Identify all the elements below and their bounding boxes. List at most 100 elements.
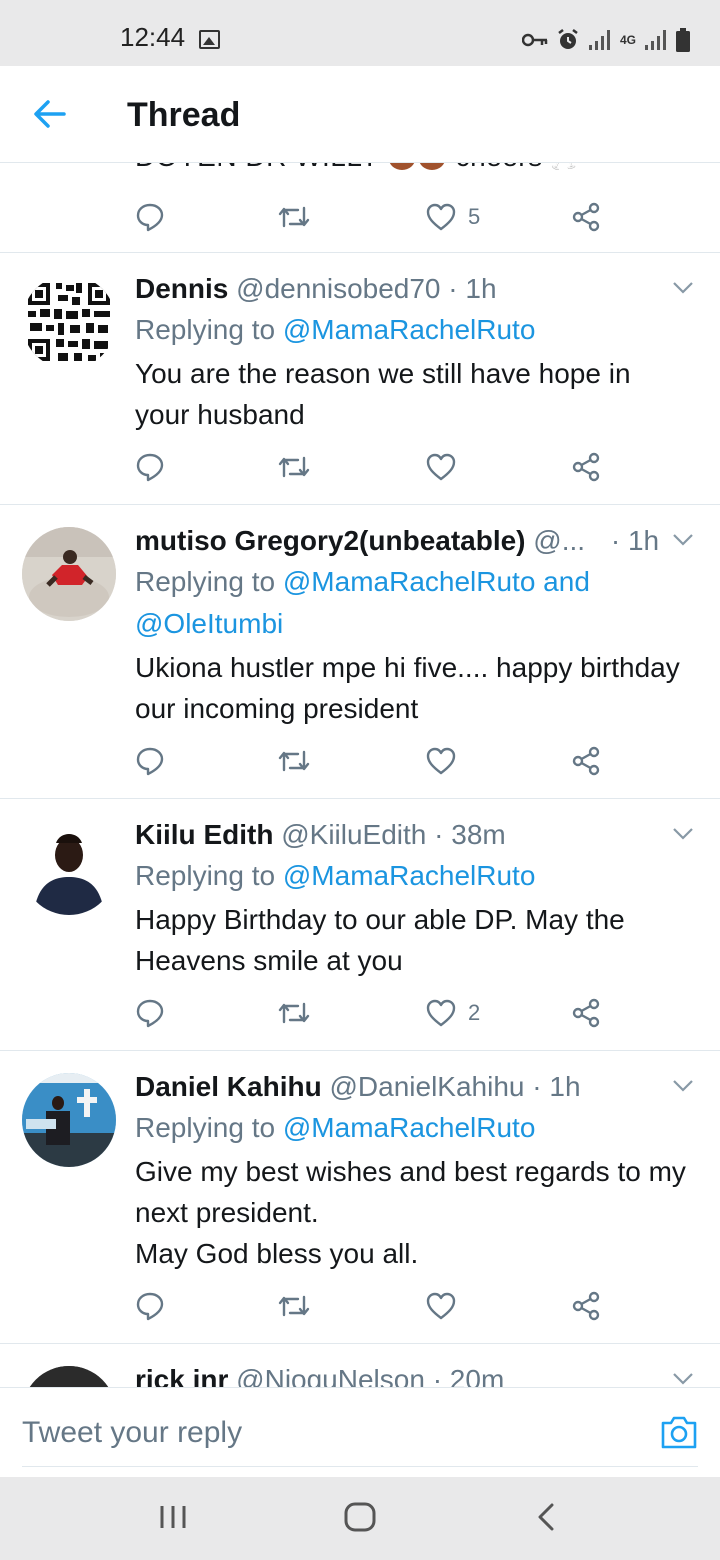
reply-button[interactable]: [135, 741, 165, 781]
like-button[interactable]: [426, 447, 468, 487]
heart-icon: [426, 747, 456, 775]
like-count: 2: [468, 1000, 481, 1025]
back-nav-icon[interactable]: [527, 1497, 567, 1537]
retweet-icon: [278, 206, 310, 228]
tweet-item[interactable]: mutiso Gregory2(unbeatable) @... · 1h Re…: [0, 505, 720, 799]
signal-icon-2: [645, 30, 666, 50]
avatar-image: [22, 821, 116, 915]
tweet-item[interactable]: Daniel Kahihu @DanielKahihu · 1h Replyin…: [0, 1051, 720, 1344]
user-handle[interactable]: @NioguNelson: [236, 1364, 425, 1387]
replying-to: Replying to @MamaRachelRuto: [135, 309, 690, 351]
replying-to: Replying to @MamaRachelRuto and @OleItum…: [135, 561, 690, 645]
tweet-content: rick inr @NioguNelson · 20m: [135, 1360, 690, 1387]
tweet-header: Dennis @dennisobed70 · 1h: [135, 269, 690, 309]
replying-to: Replying to @MamaRachelRuto: [135, 1107, 690, 1149]
share-button[interactable]: [571, 1286, 601, 1326]
tweet-text: You are the reason we still have hope in…: [135, 358, 631, 430]
display-name[interactable]: mutiso Gregory2(unbeatable): [135, 525, 526, 556]
chevron-down-icon[interactable]: [672, 1079, 694, 1093]
tweet-item[interactable]: rick inr @NioguNelson · 20m: [0, 1344, 720, 1387]
chevron-down-icon[interactable]: [672, 281, 694, 295]
user-handle[interactable]: @...: [533, 525, 585, 556]
retweet-button[interactable]: [278, 1286, 310, 1326]
reply-button[interactable]: [135, 1286, 165, 1326]
share-button[interactable]: [571, 993, 601, 1033]
reply-button[interactable]: [135, 447, 165, 487]
tweet-time: · 20m: [432, 1364, 505, 1387]
retweet-button[interactable]: [278, 447, 310, 487]
like-button[interactable]: 2: [426, 993, 480, 1033]
avatar-image: [22, 527, 116, 621]
home-icon[interactable]: [340, 1497, 380, 1537]
signal-icon: [588, 30, 610, 50]
tweet-partial[interactable]: DOYEN DR WILLY cheers 🥂 5: [0, 163, 720, 253]
champagne-emoji-icon: 🥂: [551, 163, 579, 171]
alarm-icon: [558, 29, 578, 49]
like-button[interactable]: [426, 1286, 468, 1326]
recent-apps-icon[interactable]: [153, 1497, 193, 1537]
network-type-label: 4G: [619, 33, 636, 47]
user-handle[interactable]: @KiiluEdith: [281, 819, 426, 850]
back-arrow-icon[interactable]: [30, 96, 70, 132]
tweet-actions: [135, 1286, 600, 1326]
app-header: Thread: [0, 66, 720, 163]
retweet-icon: [278, 750, 310, 772]
chevron-down-icon[interactable]: [672, 1372, 694, 1386]
tweet-content: Daniel Kahihu @DanielKahihu · 1h Replyin…: [135, 1067, 690, 1274]
display-name[interactable]: Kiilu Edith: [135, 819, 273, 850]
mention-link[interactable]: @MamaRachelRuto: [283, 314, 536, 345]
tweet-content: Dennis @dennisobed70 · 1h Replying to @M…: [135, 269, 690, 435]
tweet-actions: [135, 447, 600, 487]
avatar[interactable]: [22, 821, 116, 915]
like-button[interactable]: [426, 741, 468, 781]
tweet-header: mutiso Gregory2(unbeatable) @... · 1h: [135, 521, 690, 561]
replying-label: Replying to: [135, 566, 283, 597]
avatar[interactable]: [22, 275, 116, 369]
tweet-item[interactable]: Kiilu Edith @KiiluEdith · 38m Replying t…: [0, 799, 720, 1051]
tweet-time: · 1h: [448, 273, 497, 304]
share-button[interactable]: [571, 197, 601, 237]
chevron-down-icon[interactable]: [672, 827, 694, 841]
camera-icon[interactable]: [660, 1414, 698, 1450]
reply-button[interactable]: [135, 197, 165, 237]
share-button[interactable]: [571, 741, 601, 781]
heart-icon: [426, 1292, 456, 1320]
display-name[interactable]: rick inr: [135, 1364, 228, 1387]
vpn-key-icon: [521, 33, 548, 47]
gallery-notification-icon: [199, 30, 220, 49]
tweet-actions: [135, 741, 600, 781]
chevron-down-icon[interactable]: [672, 533, 694, 547]
retweet-button[interactable]: [278, 993, 310, 1033]
status-icons: 4G: [521, 26, 690, 54]
avatar[interactable]: [22, 1366, 116, 1387]
reply-button[interactable]: [135, 993, 165, 1033]
like-button[interactable]: 5: [426, 197, 480, 237]
retweet-button[interactable]: [278, 741, 310, 781]
tweet-item[interactable]: Dennis @dennisobed70 · 1h Replying to @M…: [0, 253, 720, 505]
reply-composer[interactable]: Tweet your reply: [0, 1387, 720, 1477]
clapping-emoji-icon: [389, 163, 416, 170]
heart-icon: [426, 453, 456, 481]
user-handle[interactable]: @DanielKahihu: [329, 1071, 524, 1102]
display-name[interactable]: Daniel Kahihu: [135, 1071, 322, 1102]
tweet-thread[interactable]: DOYEN DR WILLY cheers 🥂 5: [0, 163, 720, 1387]
like-count: 5: [468, 204, 481, 229]
share-icon: [572, 452, 600, 482]
retweet-button[interactable]: [278, 197, 310, 237]
battery-icon: [676, 28, 690, 52]
replying-label: Replying to: [135, 860, 283, 891]
user-handle[interactable]: @dennisobed70: [236, 273, 440, 304]
retweet-icon: [278, 456, 310, 478]
avatar[interactable]: [22, 527, 116, 621]
replying-label: Replying to: [135, 1112, 283, 1143]
reply-icon: [136, 999, 164, 1028]
replying-to: Replying to @MamaRachelRuto: [135, 855, 690, 897]
mention-link[interactable]: @MamaRachelRuto: [283, 860, 536, 891]
mention-link[interactable]: @MamaRachelRuto: [283, 1112, 536, 1143]
status-time: 12:44: [120, 22, 186, 52]
display-name[interactable]: Dennis: [135, 273, 228, 304]
reply-input[interactable]: Tweet your reply: [22, 1416, 242, 1450]
share-button[interactable]: [571, 447, 601, 487]
avatar[interactable]: [22, 1073, 116, 1167]
tweet-time: · 1h: [610, 525, 660, 556]
